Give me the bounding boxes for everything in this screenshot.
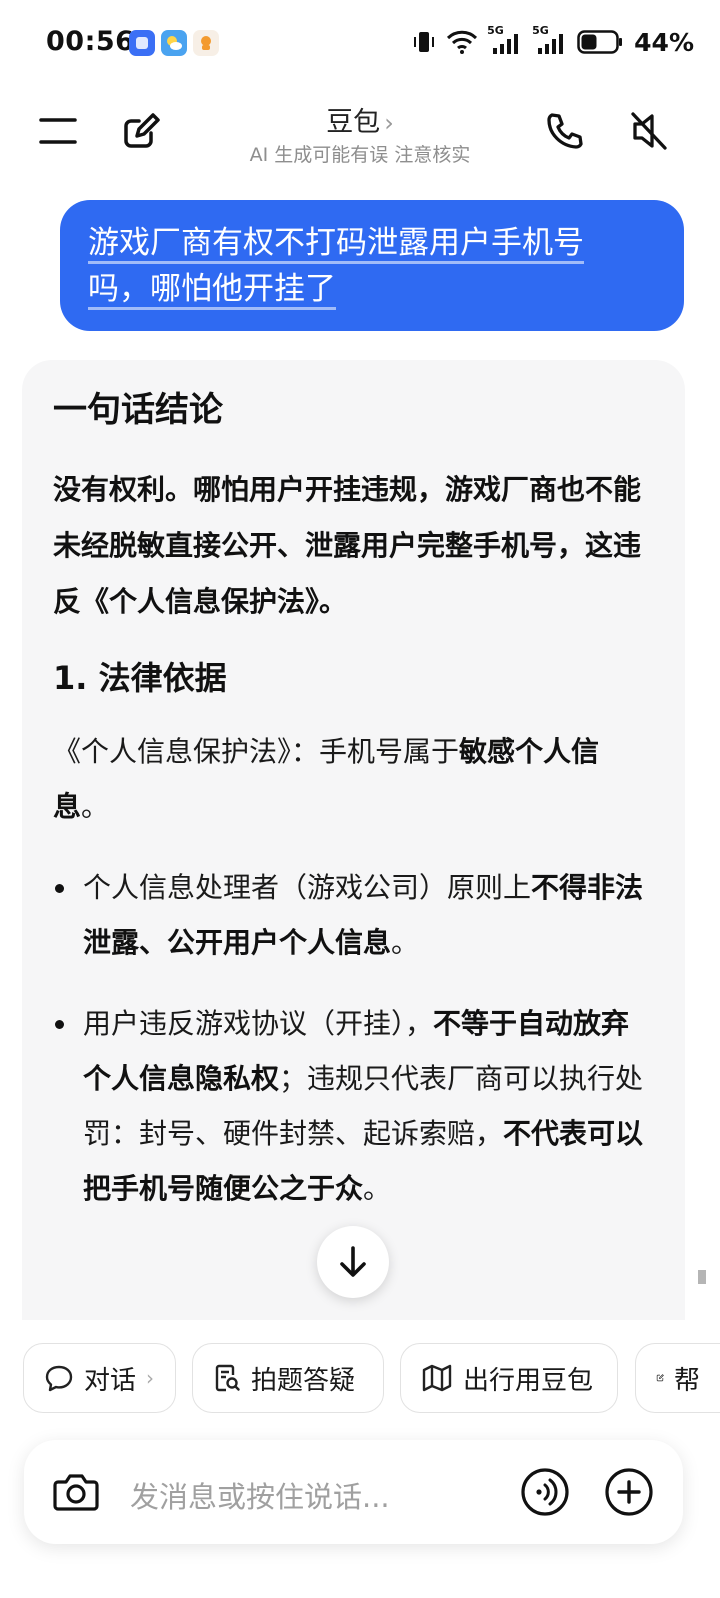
- weather-icon: [161, 30, 187, 56]
- signal-5g-icon-1: 5G: [487, 24, 523, 56]
- search-doc-icon: [215, 1364, 240, 1392]
- taobao-icon: [193, 30, 219, 56]
- answer-conclusion: 没有权利。哪怕用户开挂违规，游戏厂商也不能未经脱敏直接公开、泄露用户完整手机号，…: [53, 473, 642, 618]
- user-message-line-2: 吗，哪怕他开挂了: [88, 271, 336, 307]
- user-message-bubble[interactable]: 游戏厂商有权不打码泄露用户手机号 吗，哪怕他开挂了: [60, 200, 684, 331]
- chat-title-text: 豆包: [326, 107, 381, 138]
- battery-icon: [577, 30, 623, 54]
- answer-heading: 一句话结论: [53, 390, 223, 430]
- speaker-mute-icon[interactable]: [624, 106, 674, 156]
- scroll-indicator[interactable]: [698, 1270, 706, 1284]
- chip-photo-question-label: 拍题答疑: [251, 1365, 356, 1396]
- chip-photo-question[interactable]: 拍题答疑: [192, 1343, 384, 1413]
- vibrate-icon: [414, 32, 435, 52]
- phone-call-icon[interactable]: [539, 106, 589, 156]
- voice-call-icon[interactable]: [519, 1466, 571, 1518]
- chip-travel[interactable]: 出行用豆包: [400, 1343, 618, 1413]
- status-time: 00:56: [46, 26, 135, 57]
- bullet-item-2: 用户违反游戏协议（开挂），不等于自动放弃个人信息隐私权；违规只代表厂商可以执行处…: [53, 996, 655, 1216]
- wifi-icon: [447, 30, 478, 54]
- edit-icon: [656, 1374, 664, 1382]
- assistant-answer-card: 一句话结论 没有权利。哪怕用户开挂违规，游戏厂商也不能未经脱敏直接公开、泄露用户…: [22, 360, 685, 1320]
- user-message-line-1: 游戏厂商有权不打码泄露用户手机号: [88, 225, 584, 261]
- scroll-to-bottom-button[interactable]: [317, 1226, 389, 1298]
- battery-level: 44%: [634, 27, 694, 57]
- chip-help-write-label: 帮: [673, 1365, 700, 1396]
- bullet-dot: [55, 1020, 64, 1029]
- chip-chat-label: 对话: [84, 1365, 137, 1396]
- chevron-right-icon: ›: [146, 1366, 155, 1390]
- arrow-down-icon: [340, 1246, 366, 1277]
- map-icon: [422, 1364, 452, 1392]
- status-indicators: 5G 5G 44%: [411, 24, 694, 60]
- signal-5g-icon-2: 5G: [532, 24, 568, 56]
- add-plus-icon[interactable]: [603, 1466, 655, 1518]
- chat-title[interactable]: 豆包 ›: [0, 100, 720, 139]
- chip-chat[interactable]: 对话 ›: [23, 1343, 176, 1413]
- bullet-item-1: 个人信息处理者（游戏公司）原则上不得非法泄露、公开用户个人信息。: [53, 860, 655, 970]
- section-title-legal-basis: 1. 法律依据: [53, 659, 227, 697]
- chip-help-write[interactable]: 帮: [635, 1343, 720, 1413]
- bullet-dot: [55, 884, 64, 893]
- chip-travel-label: 出行用豆包: [463, 1365, 594, 1396]
- chevron-right-icon: ›: [384, 109, 394, 137]
- app-icon-blue: [129, 30, 155, 56]
- camera-icon[interactable]: [50, 1466, 102, 1518]
- paragraph-pipl: 《个人信息保护法》：手机号属于敏感个人信息。: [53, 735, 600, 823]
- chat-bubble-icon: [45, 1365, 73, 1392]
- ai-disclaimer: AI 生成可能有误 注意核实: [249, 144, 471, 166]
- message-input[interactable]: 发消息或按住说话...: [130, 1474, 390, 1516]
